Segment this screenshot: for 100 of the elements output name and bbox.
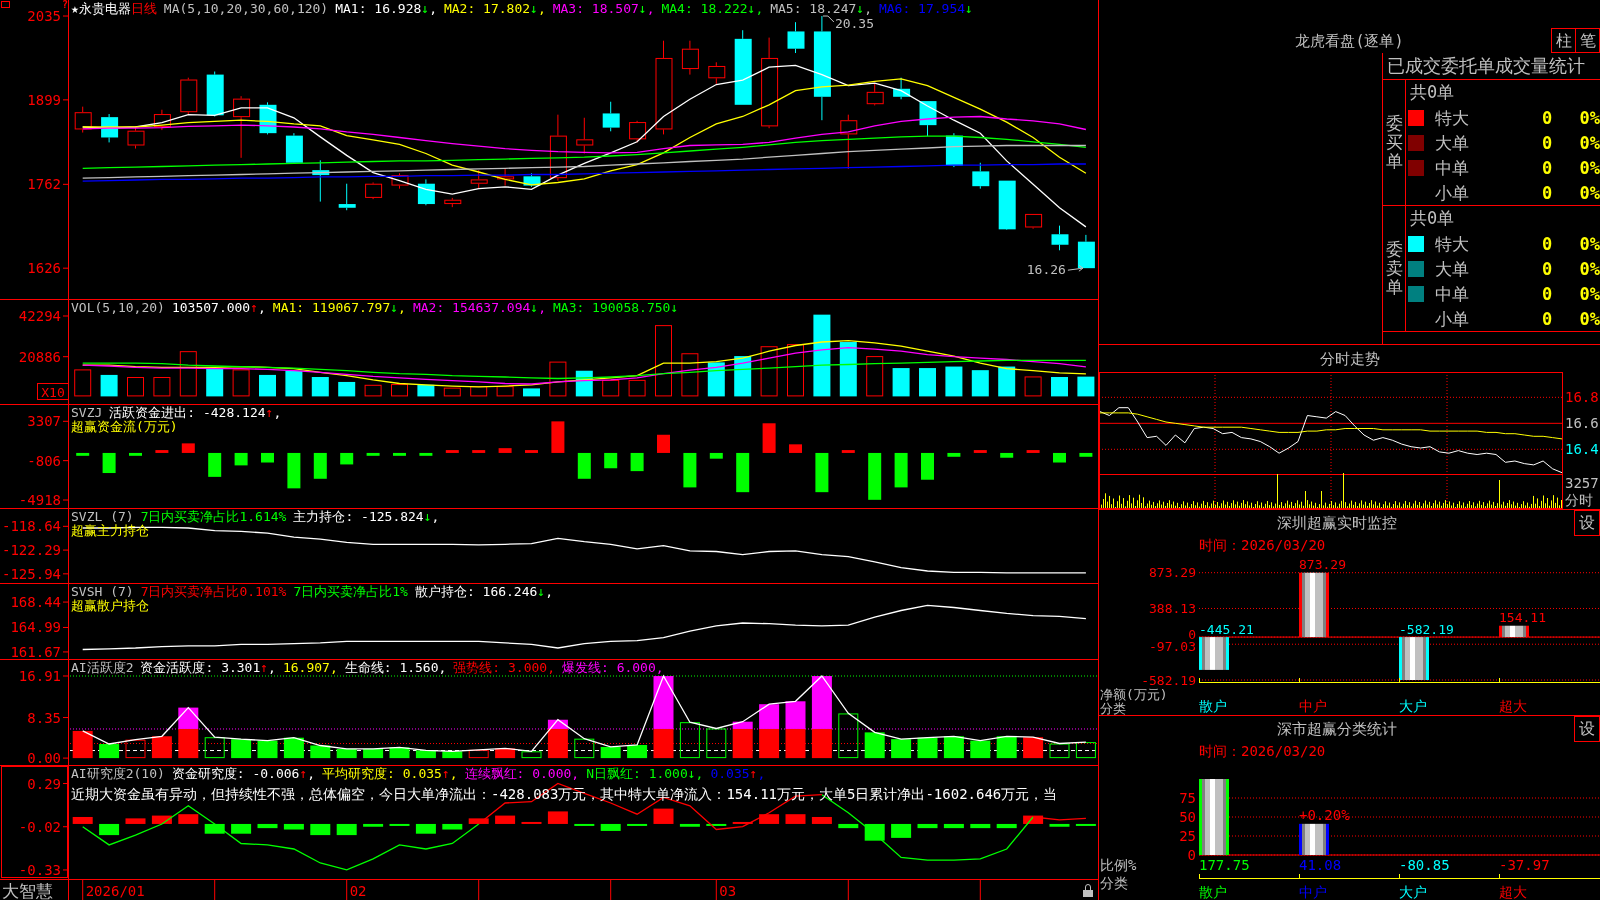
- order-percent: 0%: [1579, 182, 1600, 203]
- axis-tick-label: 16.6: [1565, 415, 1599, 432]
- axis-tick-label: 42294: [18, 308, 61, 324]
- order-count: 0: [1542, 283, 1553, 304]
- indicator-value: MA3: 190058.750↓: [553, 301, 679, 315]
- indicator-name: AI活跃度2: [71, 661, 134, 675]
- axis-tick-label: 1626: [27, 260, 61, 277]
- axis-tick-label: 164.99: [10, 619, 61, 636]
- axis-tick-label: 20886: [18, 348, 61, 365]
- indicator-value: MA6: 17.954↓: [878, 2, 973, 16]
- indicator-name: SVSH (7): [71, 585, 134, 599]
- date-label: 02: [349, 882, 367, 899]
- indicator-value: 16.907,: [282, 661, 338, 675]
- stock-title: ★永贵电器: [71, 2, 131, 16]
- order-size-label: 中单: [1435, 283, 1469, 304]
- time-label: 时间：2026/03/20: [1199, 743, 1326, 759]
- side-label: 委买单: [1385, 114, 1403, 171]
- indicator-value: 散户持仓: 166.246↓,: [414, 585, 553, 599]
- indicator-value: 7日内买卖净占比1%: [293, 585, 408, 599]
- indicator-name: MA(5,10,20,30,60,120): [163, 2, 329, 16]
- order-percent: 0%: [1579, 308, 1600, 329]
- axis-tick-label: -122.29: [2, 542, 61, 559]
- time-label: 时间：2026/03/20: [1199, 537, 1326, 553]
- axis-tick-label: -806: [27, 452, 61, 469]
- axis-tick-label: 2035: [27, 8, 61, 25]
- order-percent: 0%: [1579, 132, 1600, 153]
- order-size-label: 小单: [1435, 182, 1469, 203]
- panel-title: 分时走势: [1319, 349, 1380, 368]
- indicator-value: MA3: 18.507↓,: [552, 2, 655, 16]
- date-label: 03: [719, 882, 737, 899]
- panel-title: 深市超赢分类统计: [1276, 720, 1397, 738]
- date-label: 2026/01: [85, 882, 145, 899]
- order-count: 0: [1542, 132, 1553, 153]
- axis-tick-label: -0.33: [18, 861, 61, 878]
- axis-tick-label: 0.29: [27, 775, 61, 792]
- indicator-value: 爆发线: 6.000,: [562, 661, 664, 675]
- axis-tick-label: 3307: [27, 413, 61, 430]
- period-label: 日线: [130, 2, 157, 16]
- indicator-value: MA2: 17.802↓,: [443, 2, 546, 16]
- indicator-name: VOL(5,10,20): [71, 301, 165, 315]
- order-count: 0: [1542, 107, 1553, 128]
- order-percent: 0%: [1579, 233, 1600, 254]
- indicator-name: SVZL (7): [71, 510, 134, 524]
- brand-label: 大智慧: [2, 880, 53, 900]
- order-size-label: 特大: [1435, 233, 1469, 254]
- order-size-label: 特大: [1435, 107, 1469, 128]
- indicator-value: 资金研究度: -0.006↑,: [171, 767, 316, 781]
- indicator-value: MA1: 119067.797↓,: [272, 301, 406, 315]
- indicator-value: N日飘红: 1.000↓,: [586, 767, 704, 781]
- indicator-value: 103507.000↑,: [171, 301, 266, 315]
- axis-tick-label: 161.67: [10, 643, 61, 659]
- indicator-value: 7日内买卖净占比1.614%: [140, 510, 287, 524]
- indicator-value: MA1: 16.928↓,: [335, 2, 437, 16]
- order-size-label: 中单: [1435, 157, 1469, 178]
- order-percent: 0%: [1579, 157, 1600, 178]
- order-percent: 0%: [1579, 258, 1600, 279]
- indicator-value: 主力持仓: -125.824↓,: [293, 510, 440, 524]
- axis-tick-label: 16.4: [1565, 441, 1599, 458]
- order-count: 0: [1542, 182, 1553, 203]
- indicator-value: MA4: 18.222↓,: [661, 2, 764, 16]
- indicator-name: SVZJ: [71, 406, 103, 420]
- indicator-value: 0.035↑,: [710, 767, 766, 781]
- table-title: 已成交委托单成交量统计: [1383, 53, 1600, 80]
- axis-tick-label: -0.02: [18, 818, 61, 835]
- order-percent: 0%: [1579, 283, 1600, 304]
- order-size-label: 大单: [1435, 258, 1469, 279]
- axis-tick-label: -118.64: [2, 518, 61, 535]
- axis-tick-label: 1762: [27, 176, 61, 193]
- order-percent: 0%: [1579, 107, 1600, 128]
- side-label: 委卖单: [1385, 240, 1403, 297]
- axis-tick-label: -125.94: [2, 565, 61, 582]
- axis-tick-label: 16.91: [18, 668, 61, 684]
- panel-title: 深圳超赢实时监控: [1276, 514, 1397, 532]
- order-total: 共0单: [1410, 207, 1455, 230]
- order-count: 0: [1542, 308, 1553, 329]
- axis-tick-label: 168.44: [10, 594, 61, 611]
- order-count: 0: [1542, 233, 1553, 254]
- axis-tick-label: 1899: [27, 91, 61, 108]
- indicator-value: 生命线: 1.560,: [344, 661, 447, 675]
- order-size-label: 小单: [1435, 308, 1469, 329]
- order-total: 共0单: [1410, 81, 1455, 104]
- indicator-subtitle: 超赢资金流(万元): [71, 420, 178, 434]
- period-label: 分时: [1565, 492, 1593, 508]
- indicator-value: 平均研究度: 0.035↑,: [322, 767, 458, 781]
- indicator-value: 活跃资金进出: -428.124↑,: [109, 406, 282, 420]
- indicator-value: 资金活跃度: 3.301↑,: [140, 661, 276, 675]
- axis-tick-label: 75: [1179, 790, 1196, 806]
- indicator-value: MA5: 18.247↓,: [770, 2, 872, 16]
- panel-title: 龙虎看盘(逐单): [1295, 32, 1404, 50]
- order-count: 0: [1542, 157, 1553, 178]
- axis-tick-label: -4918: [18, 492, 61, 508]
- unit-badge: X10: [37, 383, 69, 400]
- axis-tick-label: 8.35: [27, 709, 61, 726]
- volume-scale-label: 3257: [1565, 475, 1599, 491]
- axis-tick-label: 16.8: [1565, 389, 1599, 406]
- order-size-label: 大单: [1435, 132, 1469, 153]
- indicator-value: 强势线: 3.000,: [453, 661, 555, 675]
- indicator-value: MA2: 154637.094↓,: [412, 301, 546, 315]
- indicator-subtitle: 超赢散户持仓: [71, 599, 149, 613]
- indicator-value: 连续飘红: 0.000,: [464, 767, 580, 781]
